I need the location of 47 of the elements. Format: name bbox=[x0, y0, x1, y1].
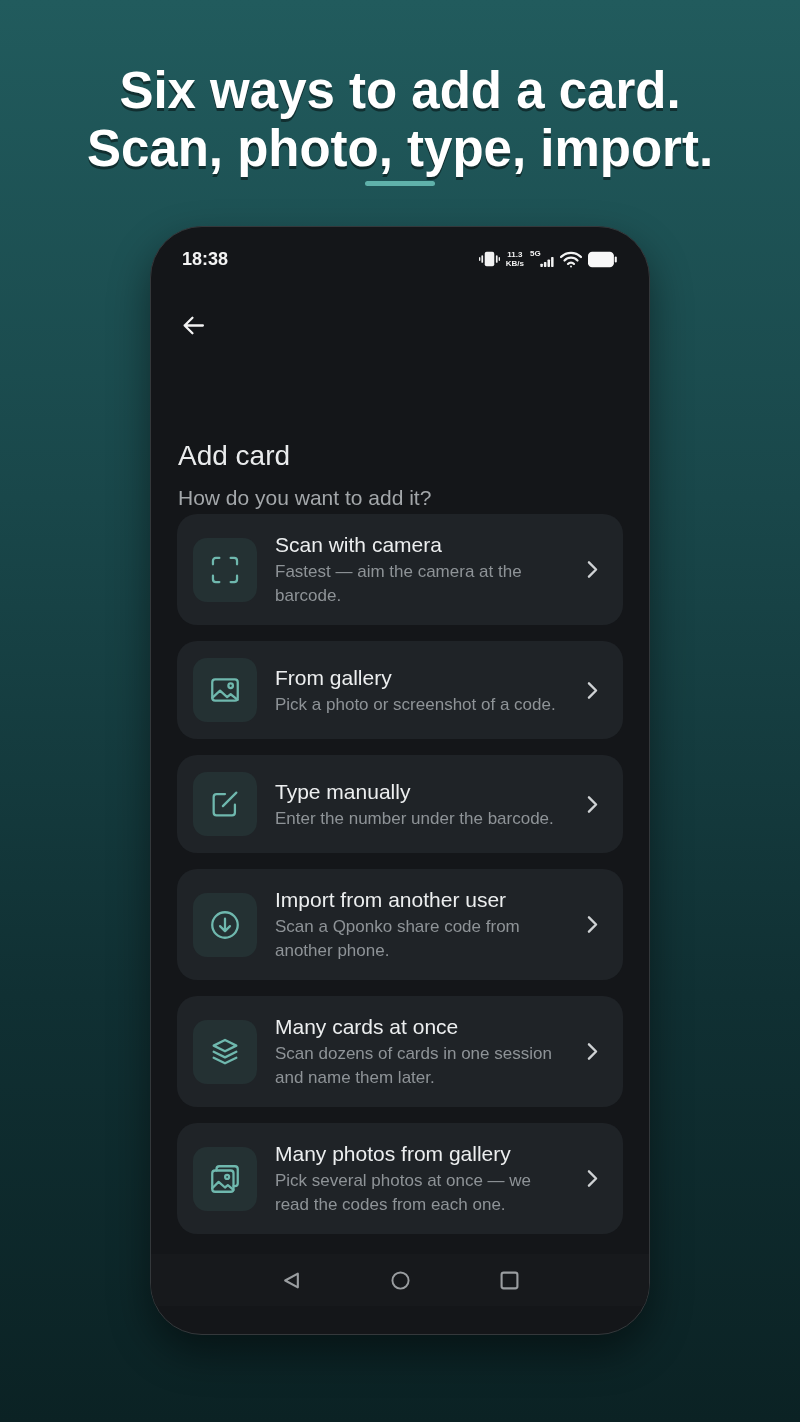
option-card[interactable]: Type manually Enter the number under the barcode. bbox=[177, 755, 623, 853]
download-icon bbox=[193, 892, 257, 957]
headline-line: Scan, photo, type, import. bbox=[86, 120, 714, 178]
option-title: Type manually bbox=[275, 778, 412, 805]
battery-icon bbox=[588, 250, 617, 268]
data-speed-unit: KB/s bbox=[505, 259, 524, 268]
option-description: Pick a photo or screenshot of a code. bbox=[275, 693, 557, 716]
option-description: Fastest — aim the camera at the barcode. bbox=[275, 561, 523, 607]
option-description: Scan a Qponko share code from another phone. bbox=[275, 916, 521, 962]
nav-recents-icon[interactable] bbox=[499, 1270, 519, 1290]
option-card[interactable]: Import from another user Scan a Qponko share code from another phone. bbox=[177, 869, 623, 980]
wifi-icon bbox=[560, 250, 582, 268]
network-type-label: 5G bbox=[530, 249, 541, 258]
option-description: Enter the number under the barcode. bbox=[275, 807, 555, 830]
vibrate-icon bbox=[478, 251, 500, 267]
signal-bars-icon bbox=[540, 257, 554, 267]
chevron-icon bbox=[586, 680, 599, 700]
screen-subtitle: How do you want to add it? bbox=[178, 485, 433, 511]
nav-back-icon[interactable] bbox=[281, 1270, 301, 1290]
chevron-icon bbox=[586, 560, 599, 579]
option-title: From gallery bbox=[275, 664, 393, 691]
option-title: Scan with camera bbox=[275, 532, 443, 558]
option-description: Scan dozens of cards in one session and name them later. bbox=[275, 1043, 553, 1089]
chevron-icon bbox=[586, 915, 599, 934]
chevron-icon bbox=[586, 794, 599, 814]
option-card[interactable]: From gallery Pick a photo or screenshot of a code. bbox=[177, 641, 623, 739]
images-icon bbox=[193, 1146, 257, 1211]
chevron-icon bbox=[586, 1042, 599, 1061]
layers-icon bbox=[193, 1019, 257, 1084]
data-speed-value: 11.3 bbox=[507, 250, 523, 259]
scan-frame-icon bbox=[193, 537, 257, 602]
chevron-icon bbox=[586, 1169, 599, 1188]
option-title: Import from another user bbox=[275, 887, 508, 913]
option-card[interactable]: Scan with camera Fastest — aim the camera at the barcode. bbox=[177, 514, 623, 625]
option-card[interactable]: Many cards at once Scan dozens of cards in one session and name them later. bbox=[177, 996, 623, 1107]
option-title: Many cards at once bbox=[275, 1014, 460, 1040]
edit-icon bbox=[193, 772, 257, 836]
headline-line: Six ways to add a card. bbox=[118, 62, 682, 120]
screen-title: Add card bbox=[178, 440, 292, 472]
image-icon bbox=[193, 658, 257, 722]
nav-home-icon[interactable] bbox=[390, 1270, 410, 1290]
option-card[interactable]: Many photos from gallery Pick several photos at once — we read the codes from each one. bbox=[177, 1123, 623, 1234]
back-icon[interactable] bbox=[181, 313, 206, 338]
option-title: Many photos from gallery bbox=[275, 1141, 512, 1167]
status-time: 18:38 bbox=[182, 248, 229, 270]
option-description: Pick several photos at once — we read the codes from each one. bbox=[275, 1170, 533, 1216]
accent-underline bbox=[365, 181, 435, 186]
